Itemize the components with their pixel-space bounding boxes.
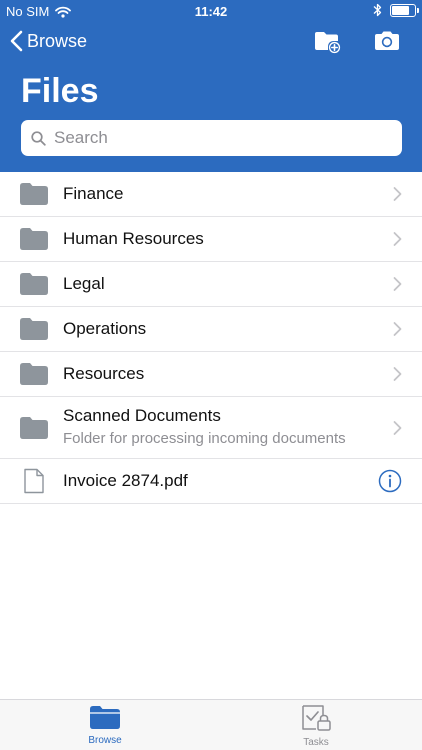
page-title: Files xyxy=(21,72,99,110)
item-name: Scanned Documents xyxy=(63,406,221,425)
item-name: Invoice 2874.pdf xyxy=(63,471,188,490)
item-name: Resources xyxy=(63,364,145,383)
chevron-right-icon xyxy=(393,367,402,381)
folder-icon xyxy=(20,416,48,439)
tab-tasks[interactable]: Tasks xyxy=(266,704,366,748)
tab-browse[interactable]: Browse xyxy=(55,704,155,746)
item-name: Operations xyxy=(63,319,147,338)
tab-bar: Browse Tasks xyxy=(0,699,422,750)
folder-icon xyxy=(20,273,48,295)
search-icon xyxy=(31,130,46,146)
document-icon xyxy=(24,468,44,494)
item-description: Folder for processing incoming documents xyxy=(63,430,346,447)
search-bar[interactable] xyxy=(21,120,402,156)
list-item-human-resources[interactable]: Human Resources xyxy=(0,217,422,262)
status-right xyxy=(373,3,419,17)
item-name: Finance xyxy=(63,184,124,203)
list-item-invoice-2874[interactable]: Invoice 2874.pdf xyxy=(0,459,422,504)
chevron-right-icon xyxy=(393,420,402,435)
status-time: 11:42 xyxy=(194,4,228,19)
file-list: Finance Human Resources Legal Operations xyxy=(0,172,422,504)
folder-icon xyxy=(20,363,48,385)
chevron-right-icon xyxy=(393,277,402,291)
chevron-left-icon xyxy=(10,30,23,52)
list-item-operations[interactable]: Operations xyxy=(0,307,422,352)
item-name: Human Resources xyxy=(63,229,204,248)
chevron-right-icon xyxy=(393,232,402,246)
tab-label: Tasks xyxy=(303,737,329,748)
folder-icon xyxy=(20,183,48,205)
camera-icon[interactable] xyxy=(373,30,401,52)
bluetooth-icon xyxy=(373,3,382,17)
task-lock-icon xyxy=(302,705,331,731)
list-item-scanned-documents[interactable]: Scanned Documents Folder for processing … xyxy=(0,397,422,459)
chevron-right-icon xyxy=(393,322,402,336)
folder-icon xyxy=(20,228,48,250)
search-input[interactable] xyxy=(54,128,374,148)
tab-label: Browse xyxy=(88,735,122,746)
folder-icon xyxy=(90,706,120,729)
list-item-legal[interactable]: Legal xyxy=(0,262,422,307)
folder-icon xyxy=(20,318,48,340)
item-name: Legal xyxy=(63,274,105,293)
battery-level xyxy=(392,5,409,15)
info-icon[interactable] xyxy=(378,469,402,493)
nav-bar: Browse xyxy=(0,22,422,66)
status-bar: No SIM 11:42 xyxy=(0,0,422,22)
list-item-finance[interactable]: Finance xyxy=(0,172,422,217)
header: No SIM 11:42 Browse Files Search xyxy=(0,0,422,172)
battery-icon xyxy=(390,3,419,17)
back-button[interactable]: Browse xyxy=(10,30,87,52)
folder-plus-icon[interactable] xyxy=(314,30,342,54)
list-item-resources[interactable]: Resources xyxy=(0,352,422,397)
back-label: Browse xyxy=(27,30,88,51)
chevron-right-icon xyxy=(393,187,402,201)
